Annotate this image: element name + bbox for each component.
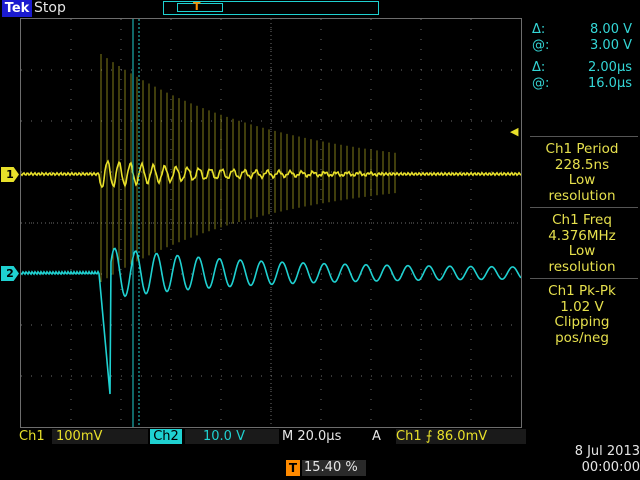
measurement-value: 228.5ns bbox=[554, 156, 610, 173]
measurement-ch1-pkpk[interactable]: Ch1 Pk-Pk 1.02 V Clipping pos/neg bbox=[524, 283, 640, 346]
date-time: 8 Jul 2013 00:00:00 bbox=[538, 444, 640, 476]
volt-at-value: 3.00 V bbox=[590, 38, 632, 53]
measurement-note: Clipping bbox=[554, 314, 610, 330]
ch2-trace bbox=[21, 247, 521, 395]
trigger-readout[interactable]: Ch1 ⨍ 86.0mV bbox=[396, 429, 526, 444]
volt-delta-value: 8.00 V bbox=[590, 22, 632, 37]
record-trigger-marker: T bbox=[193, 0, 201, 13]
time-at-value: 16.0μs bbox=[588, 76, 632, 91]
measurement-note: Low bbox=[568, 243, 596, 259]
measurement-divider bbox=[530, 207, 638, 208]
measurement-ch1-freq[interactable]: Ch1 Freq 4.376MHz Low resolution bbox=[524, 212, 640, 275]
acquisition-status: Stop bbox=[34, 0, 66, 16]
acquisition-mode: A bbox=[372, 429, 381, 444]
measurement-ch1-period[interactable]: Ch1 Period 228.5ns Low resolution bbox=[524, 141, 640, 204]
waveform-graticule bbox=[21, 19, 521, 427]
waveform-display bbox=[20, 18, 522, 428]
trigger-level-marker-icon: ◀ bbox=[510, 125, 519, 138]
measurement-divider bbox=[530, 278, 638, 279]
time-delta-label: Δ: bbox=[532, 60, 546, 75]
measurement-title: Ch1 Pk-Pk bbox=[548, 283, 616, 299]
brand-logo: Tek bbox=[2, 0, 32, 17]
measurement-value: 4.376MHz bbox=[548, 227, 616, 244]
trigger-position-value: 15.40 % bbox=[302, 460, 366, 476]
ch2-ground-marker[interactable]: 2 bbox=[1, 266, 19, 281]
measurement-note: resolution bbox=[548, 258, 616, 275]
time-label: 00:00:00 bbox=[581, 460, 640, 475]
right-panel: Δ: 8.00 V @: 3.00 V Δ: 2.00μs @: 16.0μs … bbox=[524, 18, 640, 428]
measurement-note: Low bbox=[568, 172, 596, 188]
measurement-title: Ch1 Period bbox=[545, 141, 619, 157]
time-at-label: @: bbox=[532, 76, 550, 91]
timebase-readout[interactable]: M 20.0μs bbox=[282, 429, 372, 444]
volt-at-label: @: bbox=[532, 38, 550, 53]
ch1-scale[interactable]: 100mV bbox=[52, 429, 148, 444]
volt-delta-label: Δ: bbox=[532, 22, 546, 37]
date-label: 8 Jul 2013 bbox=[574, 444, 640, 459]
ch1-ground-marker[interactable]: 1 bbox=[1, 167, 19, 182]
top-bar: Tek Stop T bbox=[0, 0, 640, 18]
time-delta-value: 2.00μs bbox=[588, 60, 632, 75]
bottom-status-bar: Ch1 100mV Ch2 10.0 V M 20.0μs A Ch1 ⨍ 86… bbox=[0, 428, 640, 444]
ch2-scale[interactable]: 10.0 V bbox=[185, 429, 279, 444]
measurement-note: resolution bbox=[548, 187, 616, 204]
measurement-value: 1.02 V bbox=[560, 298, 604, 315]
measurement-note: pos/neg bbox=[555, 329, 609, 346]
measurement-title: Ch1 Freq bbox=[552, 212, 612, 228]
measurement-divider bbox=[530, 136, 638, 137]
ch1-label[interactable]: Ch1 bbox=[19, 429, 45, 444]
ch2-label[interactable]: Ch2 bbox=[150, 429, 182, 444]
trigger-icon: T bbox=[286, 460, 300, 476]
